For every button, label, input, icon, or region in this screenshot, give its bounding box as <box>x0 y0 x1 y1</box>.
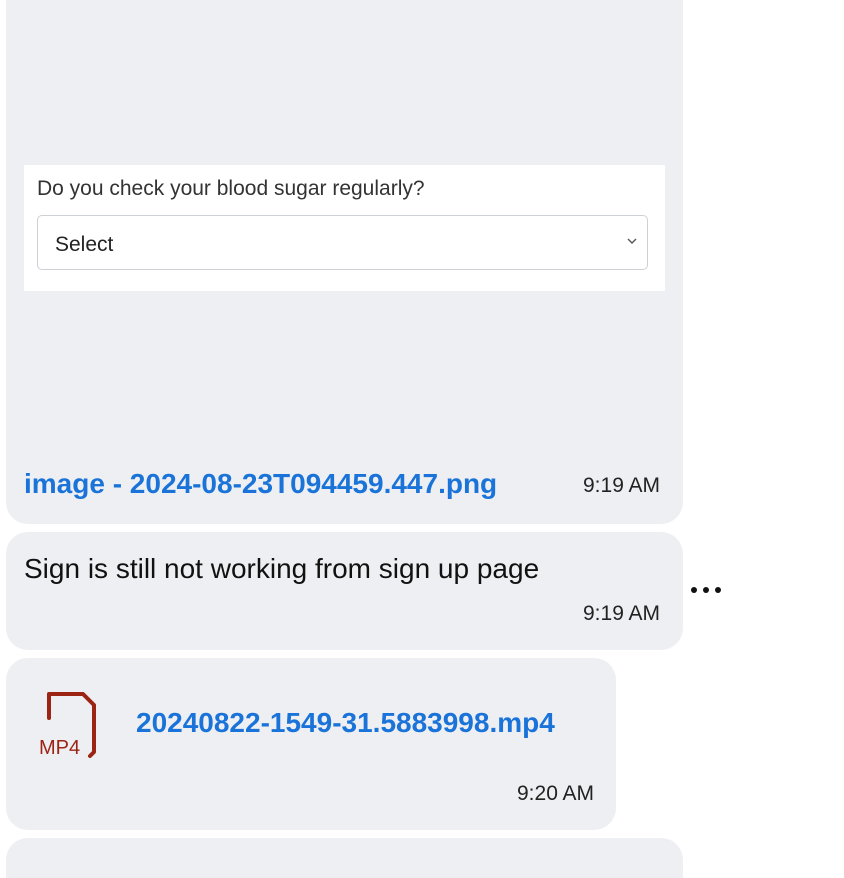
file-badge-label: MP4 <box>39 737 80 759</box>
preview-select-box: Select <box>37 215 648 270</box>
image-file-link[interactable]: image - 2024-08-23T094459.447.png <box>24 468 497 500</box>
message-text: Sign is still not working from sign up p… <box>24 553 540 584</box>
more-horizontal-icon[interactable] <box>688 575 728 605</box>
message-timestamp: 9:20 AM <box>517 782 595 805</box>
video-file-link[interactable]: 20240822-1549-31.5883998.mp4 <box>136 707 555 739</box>
message-timestamp: 9:19 AM <box>583 474 661 497</box>
mp4-file-icon: MP4 <box>39 692 96 759</box>
image-attachment-preview[interactable]: Do you check your blood sugar regularly?… <box>24 165 665 291</box>
chevron-down-icon <box>627 238 637 244</box>
text-message-bubble <box>6 532 683 650</box>
preview-select-value: Select <box>55 233 114 256</box>
message-timestamp: 9:19 AM <box>583 602 661 625</box>
next-message-bubble <box>6 838 683 878</box>
preview-question-text: Do you check your blood sugar regularly? <box>37 177 425 200</box>
